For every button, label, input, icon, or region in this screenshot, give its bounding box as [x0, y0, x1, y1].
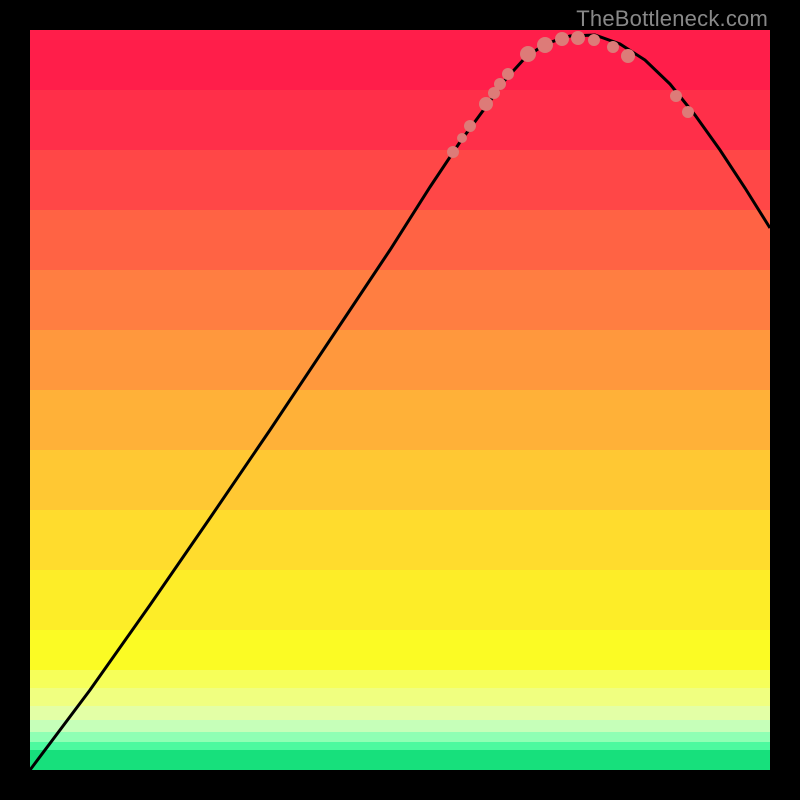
data-dots-group: [447, 31, 694, 158]
data-dot: [682, 106, 694, 118]
data-dot: [571, 31, 585, 45]
data-dot: [588, 34, 600, 46]
bottleneck-curve: [30, 30, 770, 770]
data-dot: [464, 120, 476, 132]
curve-line: [30, 35, 770, 770]
chart-plot-area: [30, 30, 770, 770]
data-dot: [447, 146, 459, 158]
data-dot: [520, 46, 536, 62]
data-dot: [479, 97, 493, 111]
data-dot: [502, 68, 514, 80]
data-dot: [670, 90, 682, 102]
watermark-text: TheBottleneck.com: [576, 6, 768, 32]
data-dot: [621, 49, 635, 63]
data-dot: [457, 133, 467, 143]
data-dot: [555, 32, 569, 46]
data-dot: [494, 78, 506, 90]
data-dot: [537, 37, 553, 53]
data-dot: [607, 41, 619, 53]
